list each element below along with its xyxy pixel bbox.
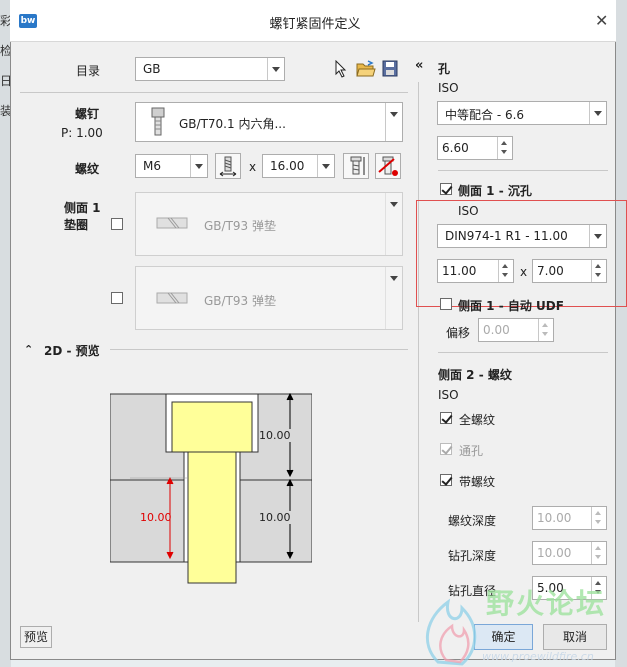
screw-reset-icon — [378, 156, 398, 176]
close-icon[interactable]: ✕ — [595, 11, 608, 30]
chevron-down-icon — [190, 155, 207, 177]
chevron-down-icon — [317, 155, 334, 177]
2d-preview-drawing — [110, 392, 312, 584]
chevron-down-icon — [589, 102, 606, 124]
thread-depth-value: 10.00 — [537, 511, 572, 525]
full-thread-checkbox[interactable] — [440, 412, 452, 424]
collapse-panel-icon[interactable]: « — [415, 58, 423, 73]
washer-label: 垫圈 — [64, 218, 89, 232]
preview-section-label: 2D - 预览 — [44, 344, 100, 358]
watermark: 野火论坛 www.proewildfire.cn — [418, 578, 627, 667]
hole-fit-value: 中等配合 - 6.6 — [445, 108, 525, 122]
times-sign: x — [249, 160, 257, 174]
thread-length-select[interactable]: 16.00 — [262, 154, 335, 178]
screw-label: 螺钉 — [75, 107, 100, 121]
catalog-label: 目录 — [76, 64, 101, 78]
full-thread-label: 全螺纹 — [459, 413, 496, 427]
screw-select[interactable]: GB/T70.1 内六角... — [135, 102, 403, 142]
app-logo-icon: bw — [19, 14, 37, 28]
catalog-value: GB — [143, 62, 161, 76]
washer2-value: GB/T93 弹垫 — [204, 294, 276, 308]
thread-depth-label: 螺纹深度 — [448, 514, 497, 528]
spinner-buttons[interactable] — [591, 542, 606, 564]
drill-depth-label: 钻孔深度 — [448, 549, 497, 563]
separator — [110, 349, 408, 350]
screw-reset-button[interactable] — [375, 153, 401, 179]
chevron-down-icon — [385, 267, 402, 329]
screw-value: GB/T70.1 内六角... — [179, 117, 286, 131]
separator — [438, 170, 608, 171]
collapse-preview-icon[interactable]: ⌃ — [24, 343, 33, 356]
side2-standard: ISO — [438, 388, 459, 402]
hole-diameter-value: 6.60 — [442, 141, 469, 155]
chevron-down-icon — [385, 103, 402, 141]
spinner-buttons[interactable] — [538, 319, 553, 341]
side2-thread-label: 侧面 2 - 螺纹 — [438, 368, 512, 382]
washer-icon — [156, 292, 188, 304]
spinner-buttons[interactable] — [591, 507, 606, 529]
thread-size-value: M6 — [143, 159, 161, 173]
screw-shank — [187, 451, 237, 584]
drill-depth-spinner[interactable]: 10.00 — [532, 541, 607, 565]
with-thread-checkbox[interactable] — [440, 474, 452, 486]
screw-head — [171, 401, 253, 453]
spinner-buttons[interactable] — [497, 137, 512, 159]
hole-title: 孔 — [438, 62, 451, 76]
socket-screw-icon — [151, 107, 165, 136]
side1-auto-udf-label: 侧面 1 - 自动 UDF — [458, 299, 564, 313]
thread-label: 螺纹 — [75, 162, 100, 176]
through-hole-checkbox[interactable] — [440, 443, 452, 455]
cursor-select-icon[interactable] — [334, 60, 348, 78]
hole-diameter-spinner[interactable]: 6.60 — [437, 136, 513, 160]
hole-standard: ISO — [438, 81, 459, 95]
drill-depth-value: 10.00 — [537, 546, 572, 560]
dim-top-value: 10.00 — [259, 429, 291, 442]
washer2-select[interactable]: GB/T93 弹垫 — [135, 266, 403, 330]
side1-label: 侧面 1 — [64, 201, 101, 215]
separator — [438, 352, 608, 353]
screw-length-button[interactable] — [343, 153, 369, 179]
washer-icon — [156, 217, 188, 229]
side1-counterbore-label: 侧面 1 - 沉孔 — [458, 184, 532, 198]
hole-fit-select[interactable]: 中等配合 - 6.6 — [437, 101, 607, 125]
background-right-strip — [615, 0, 627, 667]
side1-auto-udf-checkbox[interactable] — [440, 298, 452, 310]
chevron-down-icon — [267, 58, 284, 80]
through-hole-label: 通孔 — [459, 444, 484, 458]
thread-length-toggle-button[interactable] — [215, 153, 241, 179]
separator — [20, 92, 408, 93]
washer1-value: GB/T93 弹垫 — [204, 219, 276, 233]
side1-counterbore-checkbox[interactable] — [440, 183, 452, 195]
thread-depth-spinner[interactable]: 10.00 — [532, 506, 607, 530]
preview-button[interactable]: 预览 — [20, 626, 52, 648]
dialog-title: 螺钉紧固件定义 — [269, 17, 361, 32]
offset-value: 0.00 — [483, 323, 510, 337]
washer2-checkbox[interactable] — [111, 292, 123, 304]
highlight-box — [416, 200, 627, 307]
open-folder-icon[interactable] — [356, 60, 376, 78]
flame-logo-icon — [426, 598, 477, 666]
offset-spinner[interactable]: 0.00 — [478, 318, 554, 342]
washer1-checkbox[interactable] — [111, 218, 123, 230]
screw-measure-icon — [350, 156, 365, 175]
dim-left-value: 10.00 — [140, 511, 172, 524]
catalog-select[interactable]: GB — [135, 57, 285, 81]
chevron-down-icon — [385, 193, 402, 255]
with-thread-label: 带螺纹 — [459, 475, 496, 489]
watermark-url: www.proewildfire.cn — [482, 650, 594, 663]
dim-bottom-value: 10.00 — [259, 511, 291, 524]
thread-length-icon — [219, 156, 237, 177]
save-icon[interactable] — [382, 60, 398, 77]
offset-label: 偏移 — [446, 326, 471, 340]
pitch-label: P: 1.00 — [61, 126, 103, 140]
washer1-select[interactable]: GB/T93 弹垫 — [135, 192, 403, 256]
thread-size-select[interactable]: M6 — [135, 154, 208, 178]
watermark-title: 野火论坛 — [486, 587, 607, 620]
thread-length-value: 16.00 — [270, 159, 305, 173]
panel-divider — [418, 82, 419, 622]
